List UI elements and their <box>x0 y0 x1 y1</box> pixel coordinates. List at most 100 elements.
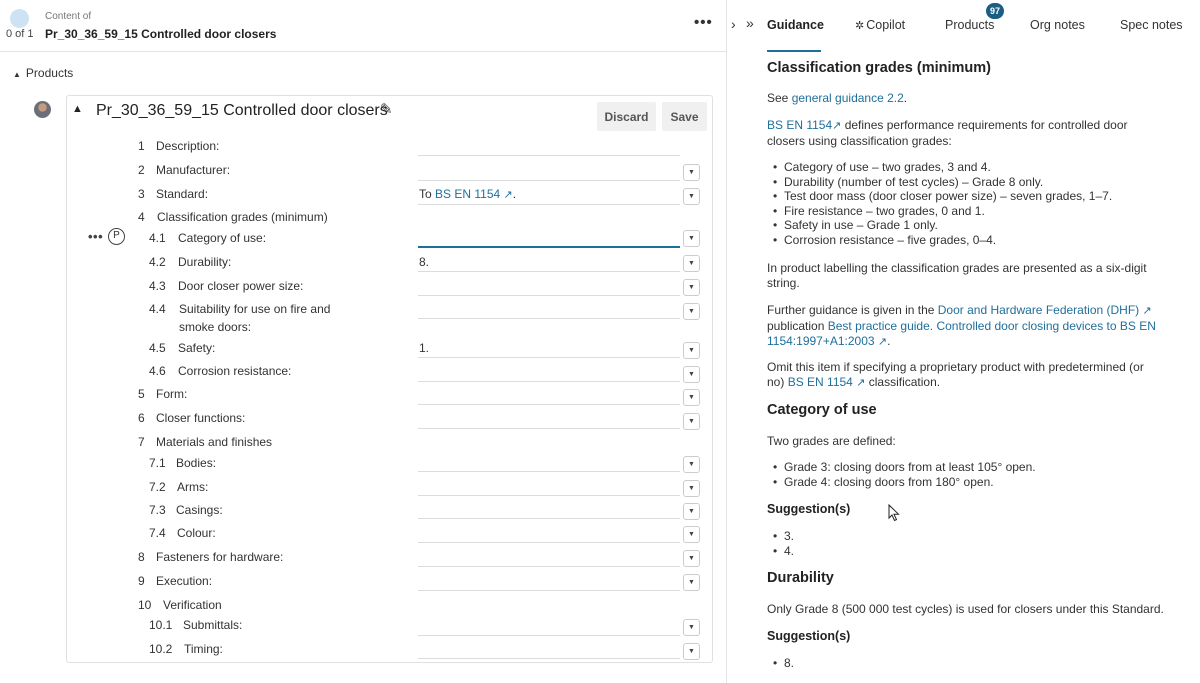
more-options-button[interactable]: ••• <box>694 14 713 31</box>
spec-row-heading: 7 Materials and finishes <box>138 435 273 449</box>
chevron-down-icon[interactable]: ▼ <box>683 480 700 497</box>
spec-row-input-line[interactable] <box>418 590 680 591</box>
edit-pencil-icon[interactable]: ✎ <box>380 100 393 118</box>
list-item: Category of use – two grades, 3 and 4. <box>767 160 1112 175</box>
general-guidance-link[interactable]: general guidance 2.2 <box>792 91 904 105</box>
card-title: Pr_30_36_59_15 Controlled door closers <box>96 102 388 119</box>
tab-spec-notes[interactable]: Spec notes <box>1120 18 1183 32</box>
discard-button[interactable]: Discard <box>597 102 656 131</box>
document-header: 0 of 1 Content of Pr_30_36_59_15 Control… <box>0 0 726 52</box>
tab-copilot-label: Copilot <box>866 18 906 32</box>
spec-row-input-line[interactable] <box>418 295 680 296</box>
chevron-down-icon[interactable]: ▼ <box>683 503 700 520</box>
chevron-down-icon[interactable]: ▼ <box>683 619 700 636</box>
bs-en-1154-link[interactable]: BS EN 1154 <box>788 375 853 389</box>
chevron-down-icon[interactable]: ▼ <box>683 255 700 272</box>
dhf-link[interactable]: Door and Hardware Federation (DHF) <box>938 303 1139 317</box>
spec-row-input-line[interactable] <box>418 404 680 405</box>
document-count: 0 of 1 <box>6 28 34 40</box>
mouse-cursor-icon <box>888 504 900 522</box>
spec-row-input-line[interactable] <box>418 381 680 382</box>
spec-row-input-line[interactable] <box>418 635 680 636</box>
spec-row-input-line[interactable] <box>418 180 680 181</box>
active-tab-indicator <box>767 50 821 52</box>
classification-list: Category of use – two grades, 3 and 4. D… <box>767 160 1112 247</box>
list-item: Safety in use – Grade 1 only. <box>767 218 1112 233</box>
list-item: 8. <box>767 656 794 671</box>
chevron-down-icon[interactable]: ▼ <box>683 643 700 660</box>
chevron-down-icon[interactable]: ▼ <box>683 456 700 473</box>
document-status-dot <box>10 9 29 28</box>
chevron-down-icon[interactable]: ▼ <box>683 389 700 406</box>
save-button[interactable]: Save <box>662 102 707 131</box>
guidance-heading-durability: Durability <box>767 570 834 586</box>
spec-row-label: 10.2 Timing: <box>149 642 223 656</box>
document-title: Pr_30_36_59_15 Controlled door closers <box>45 27 277 41</box>
chevron-down-icon[interactable]: ▼ <box>683 574 700 591</box>
best-practice-guide-link-cont[interactable]: 1154:1997+A1:2003 <box>767 334 875 348</box>
chevron-down-icon[interactable]: ▼ <box>683 230 700 247</box>
spec-row-input-line[interactable] <box>418 471 680 472</box>
spec-row-input-line[interactable] <box>418 155 680 156</box>
external-link-icon: ↗ <box>1142 305 1152 317</box>
chevron-right-icon[interactable]: › <box>731 16 736 32</box>
list-item: Grade 3: closing doors from at least 105… <box>767 460 1036 475</box>
guidance-omit-text: Omit this item if specifying a proprieta… <box>767 360 1144 389</box>
spec-row-label: 7.1 Bodies: <box>149 456 217 470</box>
spec-row-input-line-active[interactable] <box>418 246 680 248</box>
bs-en-1154-link[interactable]: BS EN 1154 <box>435 187 500 201</box>
products-section-toggle[interactable]: ▲ Products <box>13 66 73 80</box>
spec-row-input-line[interactable] <box>418 542 680 543</box>
spec-row-input-line[interactable] <box>418 495 680 496</box>
chevron-down-icon[interactable]: ▼ <box>683 188 700 205</box>
spec-row-input-line[interactable] <box>418 518 680 519</box>
chevron-down-icon[interactable]: ▼ <box>683 413 700 430</box>
list-item: 4. <box>767 544 794 559</box>
chevron-down-icon[interactable]: ▼ <box>683 342 700 359</box>
double-chevron-right-icon[interactable]: » <box>746 15 754 31</box>
collapse-card-icon[interactable]: ▲ <box>72 103 83 115</box>
spec-row-value: 1. <box>419 341 430 355</box>
chevron-down-icon[interactable]: ▼ <box>683 303 700 320</box>
spec-row-heading: 10 Verification <box>138 598 222 612</box>
chevron-down-icon[interactable]: ▼ <box>683 550 700 567</box>
guidance-heading-classification: Classification grades (minimum) <box>767 60 991 76</box>
list-item: 3. <box>767 529 794 544</box>
external-link-icon: ↗ <box>503 189 513 201</box>
bs-en-1154-link[interactable]: BS EN 1154 <box>767 118 832 132</box>
spec-row-label: 4.5 Safety: <box>149 341 216 355</box>
row-more-options-button[interactable]: ••• <box>88 229 103 244</box>
products-count-badge: 97 <box>986 3 1004 19</box>
spec-row-input-line[interactable] <box>418 318 680 319</box>
list-item: Test door mass (door closer power size) … <box>767 189 1112 204</box>
suggestions-heading: Suggestion(s) <box>767 502 851 516</box>
spec-row-input-line[interactable] <box>418 204 680 205</box>
spec-row-input-line[interactable] <box>418 658 680 659</box>
chevron-down-icon[interactable]: ▼ <box>683 279 700 296</box>
spec-row-label: 8 Fasteners for hardware: <box>138 550 284 564</box>
spec-row-label: 4.6 Corrosion resistance: <box>149 364 292 378</box>
spec-row-input-line[interactable] <box>418 271 680 272</box>
chevron-down-icon[interactable]: ▼ <box>683 164 700 181</box>
chevron-down-icon[interactable]: ▼ <box>683 366 700 383</box>
proprietary-p-icon[interactable]: P <box>108 228 125 245</box>
spec-row-label: 6 Closer functions: <box>138 411 246 425</box>
spec-row-label: 4.2 Durability: <box>149 255 232 269</box>
spec-row-input-line[interactable] <box>418 566 680 567</box>
suggestions-list: 8. <box>767 656 794 671</box>
tab-copilot[interactable]: ✲ Copilot <box>855 18 905 32</box>
spec-row-label: 7.4 Colour: <box>149 526 216 540</box>
list-item: Durability (number of test cycles) – Gra… <box>767 175 1112 190</box>
panel-divider <box>726 0 727 683</box>
spec-row-label: 7.2 Arms: <box>149 480 209 494</box>
tab-products[interactable]: Products <box>945 18 994 32</box>
tab-guidance[interactable]: Guidance <box>767 18 824 32</box>
best-practice-guide-link[interactable]: Best practice guide. Controlled door clo… <box>828 319 1156 333</box>
chevron-down-icon[interactable]: ▼ <box>683 526 700 543</box>
spec-row-label: 4.1 Category of use: <box>149 231 267 245</box>
spec-row-input-line[interactable] <box>418 357 680 358</box>
tab-org-notes[interactable]: Org notes <box>1030 18 1085 32</box>
category-intro-text: Two grades are defined: <box>767 434 896 448</box>
spec-row-input-line[interactable] <box>418 428 680 429</box>
spec-row-label: 5 Form: <box>138 387 188 401</box>
